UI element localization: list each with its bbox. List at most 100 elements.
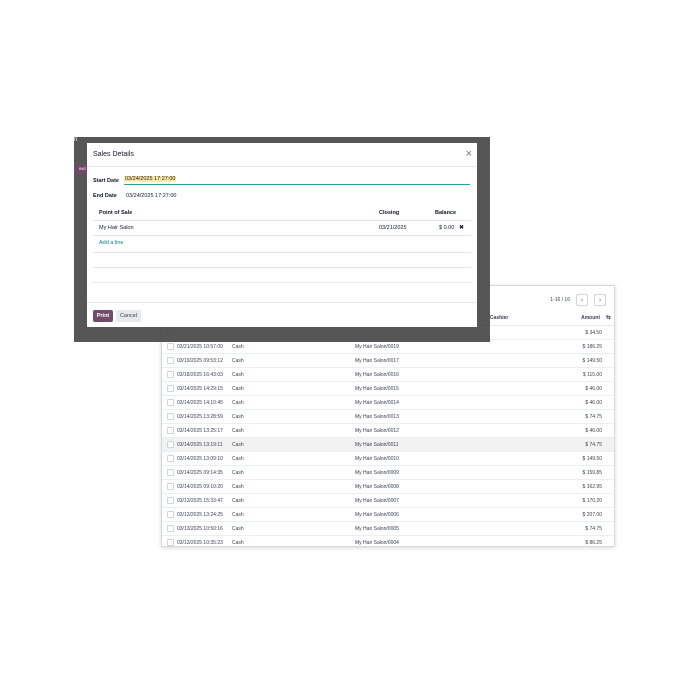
row-checkbox[interactable] [167, 455, 174, 462]
table-row[interactable]: 03/13/2025 15:33:47 Cash My Hair Salon/000… [162, 494, 614, 508]
row-checkbox[interactable] [167, 385, 174, 392]
row-date: 03/14/2025 09:14:35 [177, 470, 223, 476]
table-row[interactable]: 03/14/2025 13:19:11 Cash My Hair Salon/001… [162, 438, 614, 452]
row-ref: My Hair Salon/0016 [355, 372, 399, 378]
row-payment: Cash [232, 512, 244, 518]
row-date: 03/19/2025 09:53:12 [177, 358, 223, 364]
pos-table-row[interactable]: My Hair Salon 03/21/2025 $ 0.00 ✖ [93, 221, 471, 236]
row-amount: $ 149.50 [582, 456, 602, 462]
row-checkbox[interactable] [167, 427, 174, 434]
row-ref: My Hair Salon/0015 [355, 386, 399, 392]
table-row[interactable]: 03/13/2025 10:50:16 Cash My Hair Salon/000… [162, 522, 614, 536]
column-header-cashier[interactable]: Cashier [490, 315, 508, 321]
row-ref: My Hair Salon/0004 [355, 540, 399, 546]
table-row[interactable]: 03/14/2025 13:09:10 Cash My Hair Salon/001… [162, 452, 614, 466]
row-payment: Cash [232, 456, 244, 462]
table-row[interactable]: 03/18/2025 16:43:03 Cash My Hair Salon/001… [162, 368, 614, 382]
row-date: 03/14/2025 13:19:11 [177, 442, 223, 448]
row-payment: Cash [232, 414, 244, 420]
sort-arrows-icon[interactable]: ⇆ [606, 314, 611, 321]
row-checkbox[interactable] [167, 371, 174, 378]
pager-text: 1-16 / 16 [550, 297, 570, 303]
row-payment: Cash [232, 484, 244, 490]
row-ref: My Hair Salon/0017 [355, 358, 399, 364]
row-ref: My Hair Salon/0013 [355, 414, 399, 420]
row-payment: Cash [232, 344, 244, 350]
table-row[interactable]: 03/14/2025 09:14:35 Cash My Hair Salon/000… [162, 466, 614, 480]
end-date-label: End Date [93, 193, 117, 199]
row-amount: $ 34.50 [585, 330, 602, 336]
print-button[interactable]: Print [93, 310, 113, 322]
dialog-title: Sales Details [93, 151, 134, 158]
footer-divider [87, 302, 477, 303]
row-ref: My Hair Salon/0012 [355, 428, 399, 434]
row-checkbox[interactable] [167, 525, 174, 532]
row-amount: $ 46.00 [585, 400, 602, 406]
row-checkbox[interactable] [167, 441, 174, 448]
row-checkbox[interactable] [167, 539, 174, 546]
table-row[interactable]: 03/14/2025 14:10:45 Cash My Hair Salon/001… [162, 396, 614, 410]
table-row[interactable]: 03/19/2025 09:53:12 Cash My Hair Salon/001… [162, 354, 614, 368]
start-date-label: Start Date [93, 178, 119, 184]
add-a-line-link[interactable]: Add a line [99, 240, 123, 246]
chevron-right-icon[interactable]: › [594, 294, 606, 306]
start-date-value: 03/24/2025 17:27:00 [124, 176, 177, 182]
row-date: 03/14/2025 13:25:17 [177, 428, 223, 434]
row-payment: Cash [232, 386, 244, 392]
row-date: 03/13/2025 10:35:23 [177, 540, 223, 546]
row-date: 03/21/2025 10:57:00 [177, 344, 223, 350]
row-payment: Cash [232, 498, 244, 504]
row-date: 03/14/2025 13:28:59 [177, 414, 223, 420]
row-payment: Cash [232, 540, 244, 546]
row-checkbox[interactable] [167, 511, 174, 518]
column-header-amount[interactable]: Amount [581, 315, 600, 321]
table-row[interactable]: 03/14/2025 09:10:20 Cash My Hair Salon/000… [162, 480, 614, 494]
row-payment: Cash [232, 526, 244, 532]
row-checkbox[interactable] [167, 357, 174, 364]
row-date: 03/13/2025 13:24:25 [177, 512, 223, 518]
row-date: 03/18/2025 16:43:03 [177, 372, 223, 378]
close-icon[interactable]: × [466, 149, 472, 160]
table-row[interactable]: 03/21/2025 10:57:00 Cash My Hair Salon/001… [162, 340, 614, 354]
row-checkbox[interactable] [167, 469, 174, 476]
row-closing: 03/21/2025 [379, 225, 407, 231]
row-date: 03/13/2025 15:33:47 [177, 498, 223, 504]
row-checkbox[interactable] [167, 483, 174, 490]
empty-row [93, 252, 471, 268]
row-amount: $ 162.95 [582, 484, 602, 490]
row-date: 03/14/2025 14:29:15 [177, 386, 223, 392]
row-amount: $ 74.75 [585, 526, 602, 532]
row-ref: My Hair Salon/0005 [355, 526, 399, 532]
row-ref: My Hair Salon/0011 [355, 442, 399, 448]
table-row[interactable]: 03/13/2025 10:35:23 Cash My Hair Salon/000… [162, 536, 614, 546]
table-row[interactable]: 03/14/2025 14:29:15 Cash My Hair Salon/001… [162, 382, 614, 396]
row-ref: My Hair Salon/0019 [355, 344, 399, 350]
row-amount: $ 207.00 [582, 512, 602, 518]
row-ref: My Hair Salon/0009 [355, 470, 399, 476]
start-date-input[interactable]: 03/24/2025 17:27:00 [124, 175, 470, 185]
column-header-point-of-sale: Point of Sale [99, 210, 133, 216]
row-date: 03/13/2025 10:50:16 [177, 526, 223, 532]
row-checkbox[interactable] [167, 497, 174, 504]
row-date: 03/14/2025 13:09:10 [177, 456, 223, 462]
row-payment: Cash [232, 400, 244, 406]
end-date-value[interactable]: 03/24/2025 17:27:00 [126, 193, 176, 199]
table-row[interactable]: 03/13/2025 13:24:25 Cash My Hair Salon/000… [162, 508, 614, 522]
row-point-of-sale: My Hair Salon [99, 225, 134, 231]
row-payment: Cash [232, 428, 244, 434]
row-payment: Cash [232, 358, 244, 364]
cancel-button[interactable]: Cancel [116, 310, 141, 322]
row-amount: $ 46.00 [585, 428, 602, 434]
row-checkbox[interactable] [167, 399, 174, 406]
row-amount: $ 86.25 [585, 540, 602, 546]
row-ref: My Hair Salon/0008 [355, 484, 399, 490]
table-row[interactable]: 03/14/2025 13:25:17 Cash My Hair Salon/001… [162, 424, 614, 438]
row-checkbox[interactable] [167, 413, 174, 420]
delete-x-icon[interactable]: ✖ [459, 224, 464, 231]
row-checkbox[interactable] [167, 343, 174, 350]
chevron-left-icon[interactable]: ‹ [576, 294, 588, 306]
table-row[interactable]: 03/14/2025 13:28:59 Cash My Hair Salon/001… [162, 410, 614, 424]
row-ref: My Hair Salon/0014 [355, 400, 399, 406]
column-header-balance: Balance [435, 210, 457, 216]
row-amount: $ 74.75 [585, 414, 602, 420]
